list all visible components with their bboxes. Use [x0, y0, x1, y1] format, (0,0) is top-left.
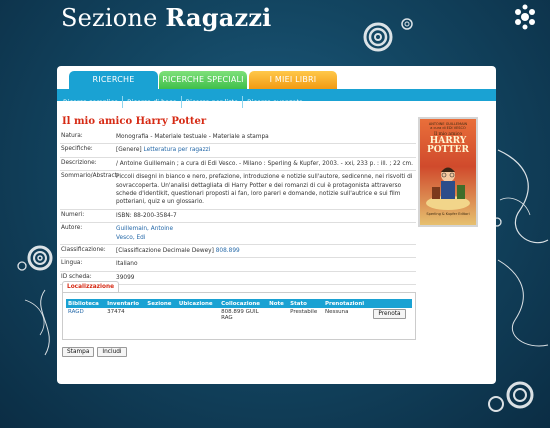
- book-details: Natura: Monografia - Materiale testuale …: [60, 131, 416, 286]
- cell-ubicazione: [177, 308, 219, 322]
- detail-row-lingua: Lingua: Italiano: [60, 258, 416, 272]
- detail-value: Guillemain, Antoine Vesco, Edi: [115, 223, 416, 244]
- localizzazione-panel: Biblioteca Inventario Sezione Ubicazione…: [62, 292, 416, 340]
- col-inventario: Inventario: [105, 299, 146, 308]
- author-link[interactable]: Guillemain, Antoine: [116, 226, 173, 232]
- detail-row-sommario: Sommario/Abstract: Piccoli disegni in bi…: [60, 171, 416, 210]
- detail-row-classificazione: Classificazione: [Classificazione Decima…: [60, 245, 416, 259]
- tab-ricerche-speciali[interactable]: RICERCHE SPECIALI: [159, 71, 247, 89]
- detail-value: Monografia - Materiale testuale - Materi…: [116, 134, 269, 140]
- detail-row-specifiche: Specifiche: [Genere] Letteratura per rag…: [60, 144, 416, 158]
- detail-label: Natura:: [61, 133, 83, 139]
- site-title-bold: Ragazzi: [165, 3, 272, 32]
- detail-value: [Genere] Letteratura per ragazzi: [115, 144, 416, 156]
- site-title-light: Sezione: [61, 4, 166, 32]
- col-action: [371, 299, 412, 308]
- holdings-header-row: Biblioteca Inventario Sezione Ubicazione…: [66, 299, 412, 308]
- cell-collocazione: 808.899 GUIL RAG: [221, 309, 259, 321]
- detail-label: Lingua:: [61, 260, 83, 267]
- detail-value: 39099: [116, 274, 135, 281]
- prenota-button[interactable]: Prenota: [373, 309, 406, 319]
- detail-value: ISBN: 88-200-3584-7: [116, 212, 177, 219]
- col-sezione: Sezione: [145, 299, 177, 308]
- tab-ricerche[interactable]: RICERCHE: [69, 71, 158, 89]
- search-subnav: Ricerca semplice Ricerca di base Ricerca p…: [57, 89, 496, 108]
- includi-button[interactable]: Includi: [97, 347, 127, 357]
- col-ubicazione: Ubicazione: [176, 299, 220, 308]
- detail-row-natura: Natura: Monografia - Materiale testuale …: [60, 131, 416, 145]
- cell-prenotazioni: Nessuna: [324, 309, 349, 315]
- subnav-ricerca-avanzata[interactable]: Ricerca avanzata: [243, 96, 307, 108]
- detail-label: Specifiche:: [61, 146, 93, 153]
- col-collocazione: Collocazione: [219, 299, 268, 308]
- cell-action: Prenota: [371, 308, 412, 322]
- subnav-ricerca-di-base[interactable]: Ricerca di base: [123, 96, 182, 108]
- cover-author: ANTOINE GUILLEMAIN: [428, 122, 468, 126]
- cell-stato: Prestabile: [290, 309, 318, 315]
- col-stato: Stato: [288, 299, 323, 308]
- detail-label: Sommario/Abstract:: [61, 173, 119, 180]
- col-note: Note: [267, 299, 289, 308]
- library-link[interactable]: RAGD: [68, 309, 84, 315]
- detail-row-autore: Autore: Guillemain, Antoine Vesco, Edi: [60, 223, 416, 245]
- cell-sezione: [145, 308, 177, 322]
- cell-biblioteca: RAGD: [66, 308, 105, 322]
- cover-title-line3: POTTER: [426, 145, 470, 155]
- bottom-actions: Stampa Includi: [62, 347, 127, 357]
- specifiche-prefix: [Genere]: [116, 147, 144, 154]
- stampa-button[interactable]: Stampa: [62, 347, 95, 357]
- specifiche-link[interactable]: Letteratura per ragazzi: [144, 147, 211, 153]
- detail-value: [Classificazione Decimale Dewey] 808.899: [115, 245, 416, 257]
- book-cover: ANTOINE GUILLEMAIN a cura di EDI VESCO I…: [418, 117, 478, 227]
- tab-i-miei-libri[interactable]: I MIEI LIBRI: [249, 71, 337, 89]
- cell-note: [267, 308, 288, 322]
- site-title: Sezione Ragazzi: [61, 3, 271, 32]
- cover-publisher: Sperling & Kupfer Editori: [426, 212, 470, 216]
- holdings-table: Biblioteca Inventario Sezione Ubicazione…: [66, 299, 412, 322]
- detail-row-numeri: Numeri: ISBN: 88-200-3584-7: [60, 210, 416, 224]
- subnav-ricerca-semplice[interactable]: Ricerca semplice: [59, 96, 124, 108]
- main-panel: RICERCHE RICERCHE SPECIALI I MIEI LIBRI …: [57, 66, 496, 384]
- subnav-ricerca-per-liste[interactable]: Ricerca per liste: [182, 96, 244, 108]
- detail-label: Classificazione:: [61, 246, 106, 253]
- classificazione-link[interactable]: 808.899: [216, 248, 240, 254]
- detail-row-descrizione: Descrizione: / Antoine Guillemain ; a cu…: [60, 158, 416, 172]
- cell-inventario: 37474: [107, 309, 125, 315]
- detail-value: / Antoine Guillemain ; a cura di Edi Ves…: [116, 160, 414, 167]
- book-title: Il mio amico Harry Potter: [62, 116, 207, 127]
- detail-value: Piccoli disegni in bianco e nero, prefaz…: [116, 174, 413, 206]
- book-cover-image: ANTOINE GUILLEMAIN a cura di EDI VESCO I…: [420, 119, 476, 225]
- cover-illustration: [426, 167, 470, 210]
- col-prenotazioni: Prenotazioni: [322, 299, 372, 308]
- detail-value: Italiano: [116, 261, 138, 268]
- detail-label: Numeri:: [61, 211, 85, 218]
- author-link[interactable]: Vesco, Edi: [116, 235, 145, 241]
- col-biblioteca: Biblioteca: [66, 299, 106, 308]
- detail-label: Descrizione:: [61, 159, 97, 166]
- detail-label: Autore:: [61, 225, 83, 232]
- table-row: RAGD 37474 808.899 GUIL RAG Prestabile N…: [66, 308, 412, 322]
- classificazione-prefix: [Classificazione Decimale Dewey]: [116, 247, 216, 254]
- cover-subtitle: a cura di EDI VESCO: [430, 126, 466, 130]
